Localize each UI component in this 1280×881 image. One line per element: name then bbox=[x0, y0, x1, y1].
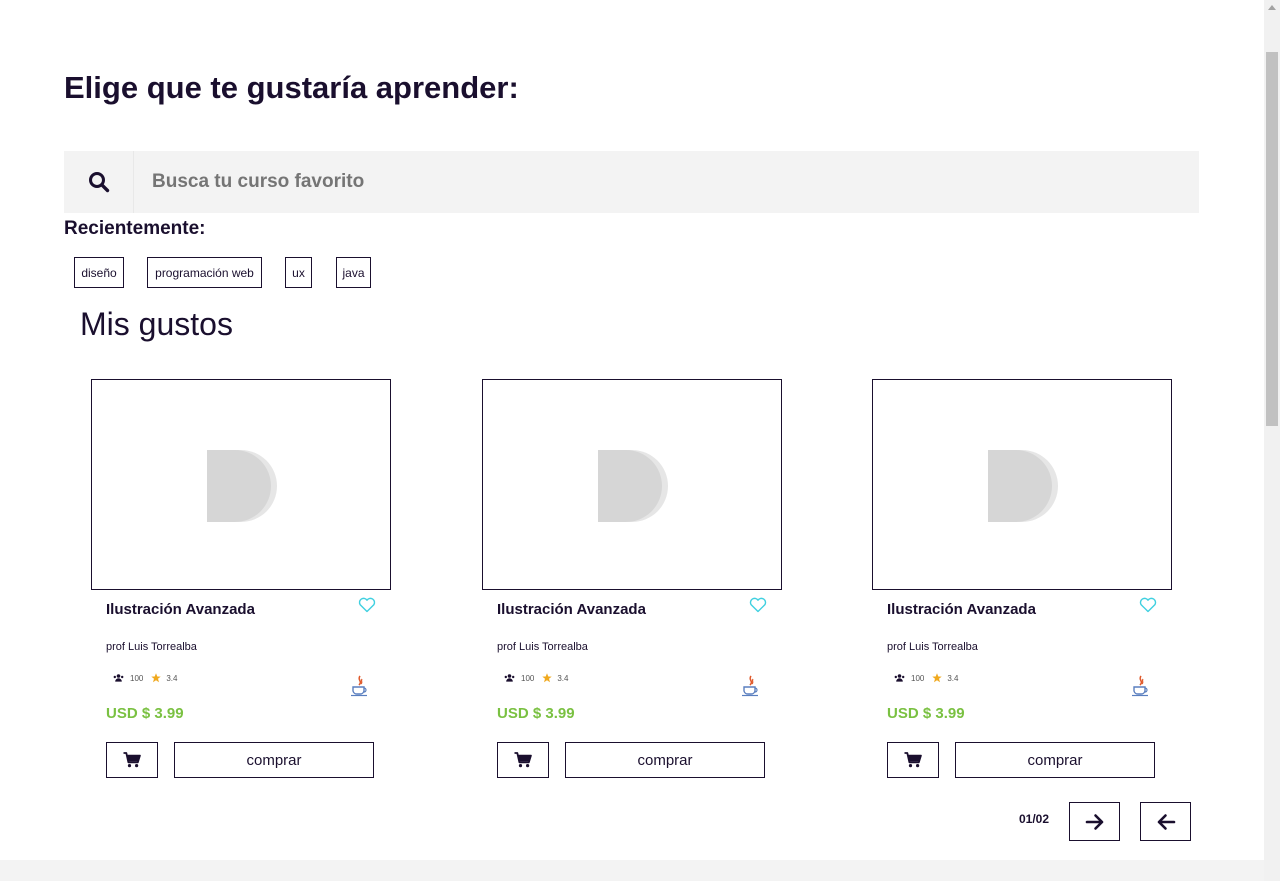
chip-programacion-web[interactable]: programación web bbox=[147, 257, 262, 288]
course-students: 100 bbox=[911, 673, 925, 683]
course-title: Ilustración Avanzada bbox=[106, 601, 255, 618]
add-to-cart-button[interactable] bbox=[887, 742, 939, 778]
course-stats: 100 3.4 bbox=[504, 671, 568, 685]
cart-icon bbox=[514, 752, 532, 768]
cart-icon bbox=[123, 752, 141, 768]
heart-icon bbox=[1139, 597, 1157, 613]
search-button[interactable] bbox=[64, 151, 134, 213]
course-card: Ilustración Avanzada prof Luis Torrealba… bbox=[91, 379, 391, 779]
placeholder-logo-icon bbox=[988, 450, 1058, 522]
prev-page-button[interactable] bbox=[1140, 802, 1191, 841]
next-page-button[interactable] bbox=[1069, 802, 1120, 841]
course-thumbnail[interactable] bbox=[91, 379, 391, 590]
heart-icon bbox=[358, 597, 376, 613]
page-indicator: 01/02 bbox=[1019, 812, 1050, 826]
course-students: 100 bbox=[521, 673, 535, 683]
course-stats: 100 3.4 bbox=[113, 671, 177, 685]
course-price: USD $ 3.99 bbox=[106, 705, 184, 722]
java-icon bbox=[739, 674, 763, 703]
footer-strip bbox=[0, 860, 1264, 881]
buy-button[interactable]: comprar bbox=[565, 742, 765, 778]
chip-java[interactable]: java bbox=[336, 257, 371, 288]
java-icon bbox=[1129, 674, 1153, 703]
search-bar bbox=[64, 151, 1199, 213]
course-teacher: prof Luis Torrealba bbox=[887, 641, 978, 653]
star-icon bbox=[932, 673, 943, 683]
course-students: 100 bbox=[130, 673, 144, 683]
java-icon bbox=[348, 674, 372, 703]
cart-icon bbox=[904, 752, 922, 768]
scroll-up-icon[interactable] bbox=[1268, 5, 1276, 10]
add-to-cart-button[interactable] bbox=[106, 742, 158, 778]
vertical-scrollbar[interactable] bbox=[1264, 0, 1280, 881]
placeholder-logo-icon bbox=[207, 450, 277, 522]
course-thumbnail[interactable] bbox=[482, 379, 782, 590]
course-card: Ilustración Avanzada prof Luis Torrealba… bbox=[482, 379, 782, 779]
recent-label: Recientemente: bbox=[64, 218, 206, 239]
course-title: Ilustración Avanzada bbox=[887, 601, 1036, 618]
arrow-right-icon bbox=[1085, 813, 1103, 830]
page: Elige que te gustaría aprender: Reciente… bbox=[0, 0, 1264, 881]
buy-button[interactable]: comprar bbox=[174, 742, 374, 778]
buy-button[interactable]: comprar bbox=[955, 742, 1155, 778]
users-icon bbox=[113, 674, 124, 682]
course-price: USD $ 3.99 bbox=[497, 705, 575, 722]
course-teacher: prof Luis Torrealba bbox=[106, 641, 197, 653]
course-stats: 100 3.4 bbox=[894, 671, 958, 685]
page-title: Elige que te gustaría aprender: bbox=[64, 70, 519, 105]
course-rating: 3.4 bbox=[166, 673, 178, 683]
placeholder-logo-icon bbox=[598, 450, 668, 522]
users-icon bbox=[504, 674, 515, 682]
chip-ux[interactable]: ux bbox=[285, 257, 312, 288]
users-icon bbox=[894, 674, 905, 682]
course-card: Ilustración Avanzada prof Luis Torrealba… bbox=[872, 379, 1172, 779]
search-icon bbox=[88, 172, 109, 193]
favorite-button[interactable] bbox=[1139, 597, 1157, 618]
scrollbar-thumb[interactable] bbox=[1266, 52, 1278, 426]
course-thumbnail[interactable] bbox=[872, 379, 1172, 590]
course-rating: 3.4 bbox=[557, 673, 569, 683]
star-icon bbox=[151, 673, 162, 683]
chip-diseno[interactable]: diseño bbox=[74, 257, 124, 288]
favorite-button[interactable] bbox=[749, 597, 767, 618]
arrow-left-icon bbox=[1157, 813, 1175, 830]
heart-icon bbox=[749, 597, 767, 613]
star-icon bbox=[542, 673, 553, 683]
course-teacher: prof Luis Torrealba bbox=[497, 641, 588, 653]
course-price: USD $ 3.99 bbox=[887, 705, 965, 722]
section-title: Mis gustos bbox=[80, 306, 233, 342]
course-title: Ilustración Avanzada bbox=[497, 601, 646, 618]
add-to-cart-button[interactable] bbox=[497, 742, 549, 778]
course-rating: 3.4 bbox=[947, 673, 959, 683]
favorite-button[interactable] bbox=[358, 597, 376, 618]
search-input[interactable] bbox=[136, 151, 1196, 213]
